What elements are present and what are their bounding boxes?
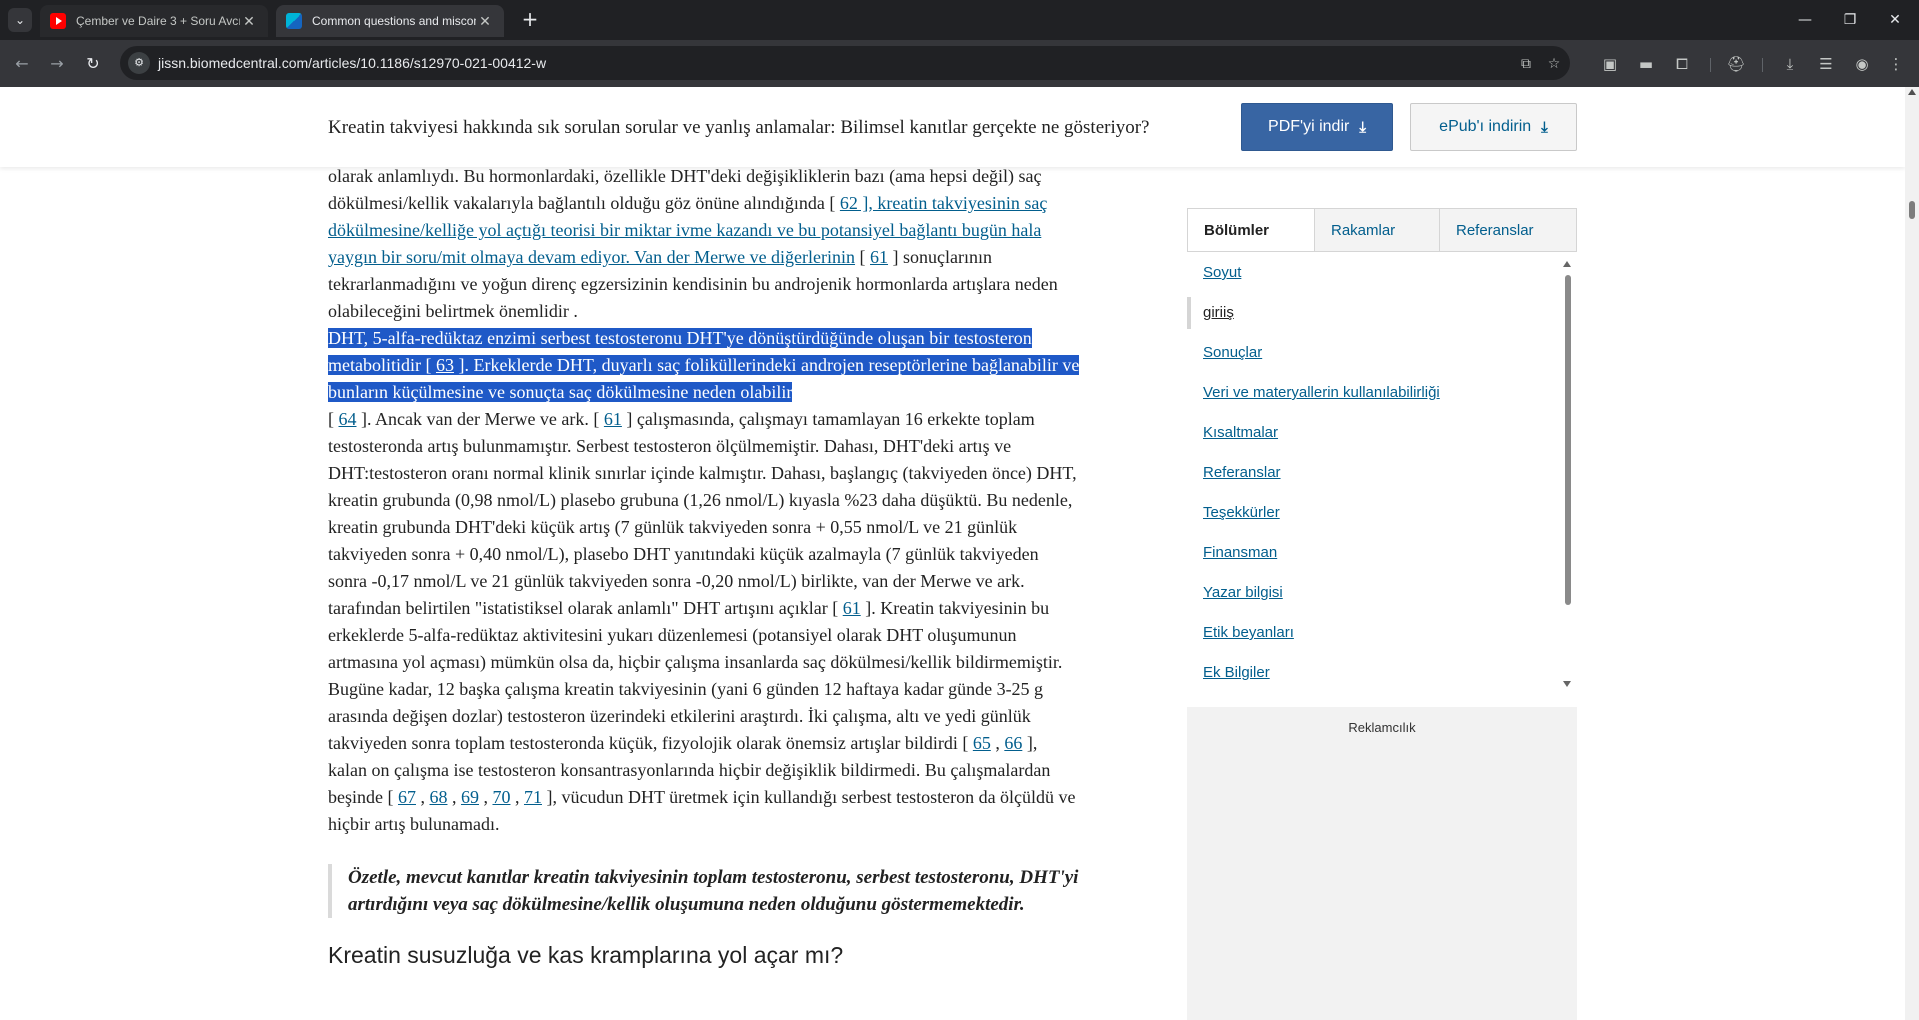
text: [ <box>855 247 871 267</box>
minimize-icon[interactable]: — <box>1787 6 1823 34</box>
reload-icon[interactable]: ↻ <box>79 50 107 78</box>
close-window-icon[interactable]: ✕ <box>1877 6 1913 34</box>
citation-link[interactable]: 70 <box>492 787 510 807</box>
sidebar-tabs: Bölümler Rakamlar Referanslar <box>1187 208 1577 252</box>
download-pdf-label: PDF'yi indir <box>1268 118 1350 135</box>
sidebar-item-additional-info[interactable]: Ek Bilgiler <box>1203 664 1270 681</box>
section-heading: Kreatin susuzluğa ve kas kramplarına yol… <box>328 942 844 968</box>
text: ]. Kreatin takviyesinin bu erkeklerde 5-… <box>328 598 1063 753</box>
youtube-icon <box>50 13 66 29</box>
sidebar-item-references[interactable]: Referanslar <box>1203 464 1281 481</box>
toolbar-divider <box>1710 58 1711 72</box>
advertisement-box: Reklamcılık <box>1187 707 1577 1020</box>
text: , <box>510 787 524 807</box>
new-tab-button[interactable]: + <box>518 8 542 32</box>
citation-link[interactable]: 61 <box>843 598 861 618</box>
address-bar[interactable]: ⚙ jissn.biomedcentral.com/articles/10.11… <box>120 46 1570 80</box>
article-title: Kreatin takviyesi hakkında sık sorulan s… <box>328 117 1150 138</box>
browser-toolbar: ← → ↻ ⚙ jissn.biomedcentral.com/articles… <box>0 40 1919 87</box>
tab-figures[interactable]: Rakamlar <box>1315 209 1440 251</box>
download-epub-button[interactable]: ePub'ı indirin ⤓ <box>1410 103 1577 151</box>
citation-link[interactable]: 69 <box>461 787 479 807</box>
citation-link[interactable]: 71 <box>524 787 542 807</box>
profile-icon[interactable]: ◉ <box>1850 52 1874 76</box>
article-body: olarak anlamlıydı. Bu hormonlardaki, öze… <box>328 163 1080 969</box>
back-icon[interactable]: ← <box>8 50 36 78</box>
citation-link[interactable]: 61 <box>604 409 622 429</box>
download-epub-label: ePub'ı indirin <box>1439 118 1532 135</box>
citation-link[interactable]: 65 <box>973 733 991 753</box>
download-pdf-button[interactable]: PDF'yi indir ⤓ <box>1241 103 1393 151</box>
text: , <box>415 787 430 807</box>
scroll-up-icon[interactable] <box>1908 89 1916 95</box>
puzzle-icon[interactable]: ⧠ <box>1670 52 1694 76</box>
text: ] çalışmasında, çalışmayı tamamlayan 16 … <box>328 409 1077 618</box>
selected-text: DHT, 5-alfa-redüktaz enzimi serbest test… <box>328 328 1080 402</box>
sidebar-item-abbreviations[interactable]: Kısaltmalar <box>1203 424 1278 441</box>
bookmark-star-icon[interactable]: ☆ <box>1544 54 1564 74</box>
toolbar-divider <box>1762 58 1763 72</box>
citation-link[interactable]: 67 <box>398 787 416 807</box>
text: ]. Ancak van der Merwe ve ark. [ <box>356 409 604 429</box>
translate-icon[interactable]: ⧉ <box>1516 54 1536 74</box>
tab-search-button[interactable]: ⌄ <box>8 8 32 32</box>
download-icon[interactable]: ⤓ <box>1778 52 1802 76</box>
web-page: Kreatin takviyesi hakkında sık sorulan s… <box>0 87 1905 1020</box>
url-text[interactable]: jissn.biomedcentral.com/articles/10.1186… <box>158 55 546 71</box>
text: , <box>478 787 493 807</box>
citation-link[interactable]: 63 <box>436 355 454 375</box>
sidebar-item-acknowledgements[interactable]: Teşekkürler <box>1203 504 1280 521</box>
tab-youtube[interactable]: Çember ve Daire 3 + Soru Avcı ✕ <box>40 5 268 37</box>
sidebar-item-introduction[interactable]: giriiş <box>1203 304 1234 321</box>
citation-link[interactable]: 68 <box>429 787 447 807</box>
tab-title: Common questions and miscon <box>312 14 476 28</box>
sidebar-scroll-down-icon[interactable] <box>1563 681 1571 687</box>
biomedcentral-icon <box>286 13 302 29</box>
advertisement-label: Reklamcılık <box>1348 720 1416 735</box>
tab-references[interactable]: Referanslar <box>1440 209 1576 251</box>
sections-list: Soyut giriiş Sonuçlar Veri ve materyalle… <box>1187 257 1577 689</box>
text: [ <box>328 409 339 429</box>
site-info-icon[interactable]: ⚙ <box>128 52 150 74</box>
reading-list-icon[interactable]: ☰ <box>1814 52 1838 76</box>
paragraph: olarak anlamlıydı. Bu hormonlardaki, öze… <box>328 163 1080 838</box>
sidebar-item-data-availability[interactable]: Veri ve materyallerin kullanılabilirliği <box>1203 384 1440 401</box>
citation-link[interactable]: 61 <box>870 247 888 267</box>
download-icon: ⤓ <box>1541 118 1548 136</box>
sidebar-scrollbar-thumb[interactable] <box>1565 275 1571 605</box>
sidebar-item-ethics[interactable]: Etik beyanları <box>1203 624 1294 641</box>
download-icon: ⤓ <box>1359 118 1366 136</box>
citation-link[interactable]: 64 <box>339 409 357 429</box>
sidebar-item-conclusions[interactable]: Sonuçlar <box>1203 344 1262 361</box>
sidebar-item-funding[interactable]: Finansman <box>1203 544 1277 561</box>
text: , <box>990 733 1005 753</box>
sidebar-item-abstract[interactable]: Soyut <box>1203 264 1241 281</box>
tab-strip: ⌄ Çember ve Daire 3 + Soru Avcı ✕ Common… <box>0 0 1919 40</box>
citation-link[interactable]: 66 <box>1004 733 1022 753</box>
menu-icon[interactable]: ⋮ <box>1884 52 1908 76</box>
current-section-marker <box>1187 297 1191 329</box>
tab-article[interactable]: Common questions and miscon ✕ <box>276 5 504 37</box>
close-icon[interactable]: ✕ <box>476 12 494 30</box>
restore-icon[interactable]: ❐ <box>1832 6 1868 34</box>
page-scrollbar-thumb[interactable] <box>1909 201 1915 219</box>
forward-icon[interactable]: → <box>43 50 71 78</box>
tab-title: Çember ve Daire 3 + Soru Avcı <box>76 14 240 28</box>
tab-sections[interactable]: Bölümler <box>1188 209 1315 251</box>
sticky-header: Kreatin takviyesi hakkında sık sorulan s… <box>0 87 1905 167</box>
summary-blockquote: Özetle, mevcut kanıtlar kreatin takviyes… <box>328 864 1080 918</box>
text: , <box>447 787 461 807</box>
incognito-icon[interactable]: ⛑ <box>1724 52 1748 76</box>
sidebar-item-author-info[interactable]: Yazar bilgisi <box>1203 584 1283 601</box>
close-icon[interactable]: ✕ <box>240 12 258 30</box>
extension-icon[interactable]: ▬ <box>1634 52 1658 76</box>
extension-active-icon[interactable]: ▣ <box>1598 52 1622 76</box>
sidebar-scroll-up-icon[interactable] <box>1563 261 1571 267</box>
page-scrollbar[interactable] <box>1905 87 1919 1020</box>
